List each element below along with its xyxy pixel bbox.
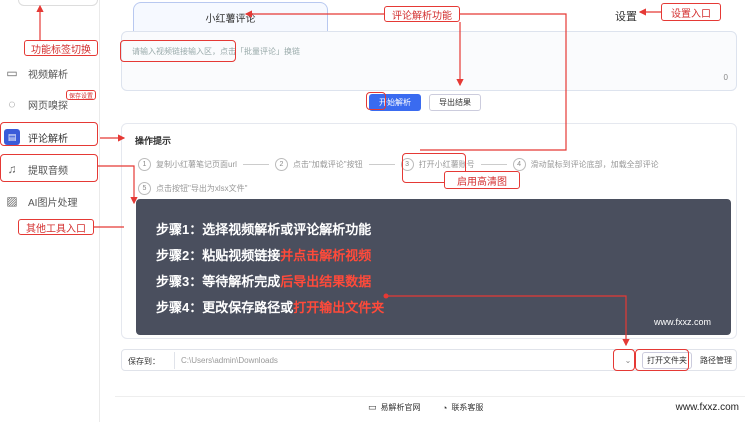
arrow-origin-dot [383,293,389,299]
annotation-arrows [36,4,661,347]
arrow-save-path [386,295,630,347]
arrow-tools [98,165,138,205]
arrow-comment-line [420,13,567,151]
